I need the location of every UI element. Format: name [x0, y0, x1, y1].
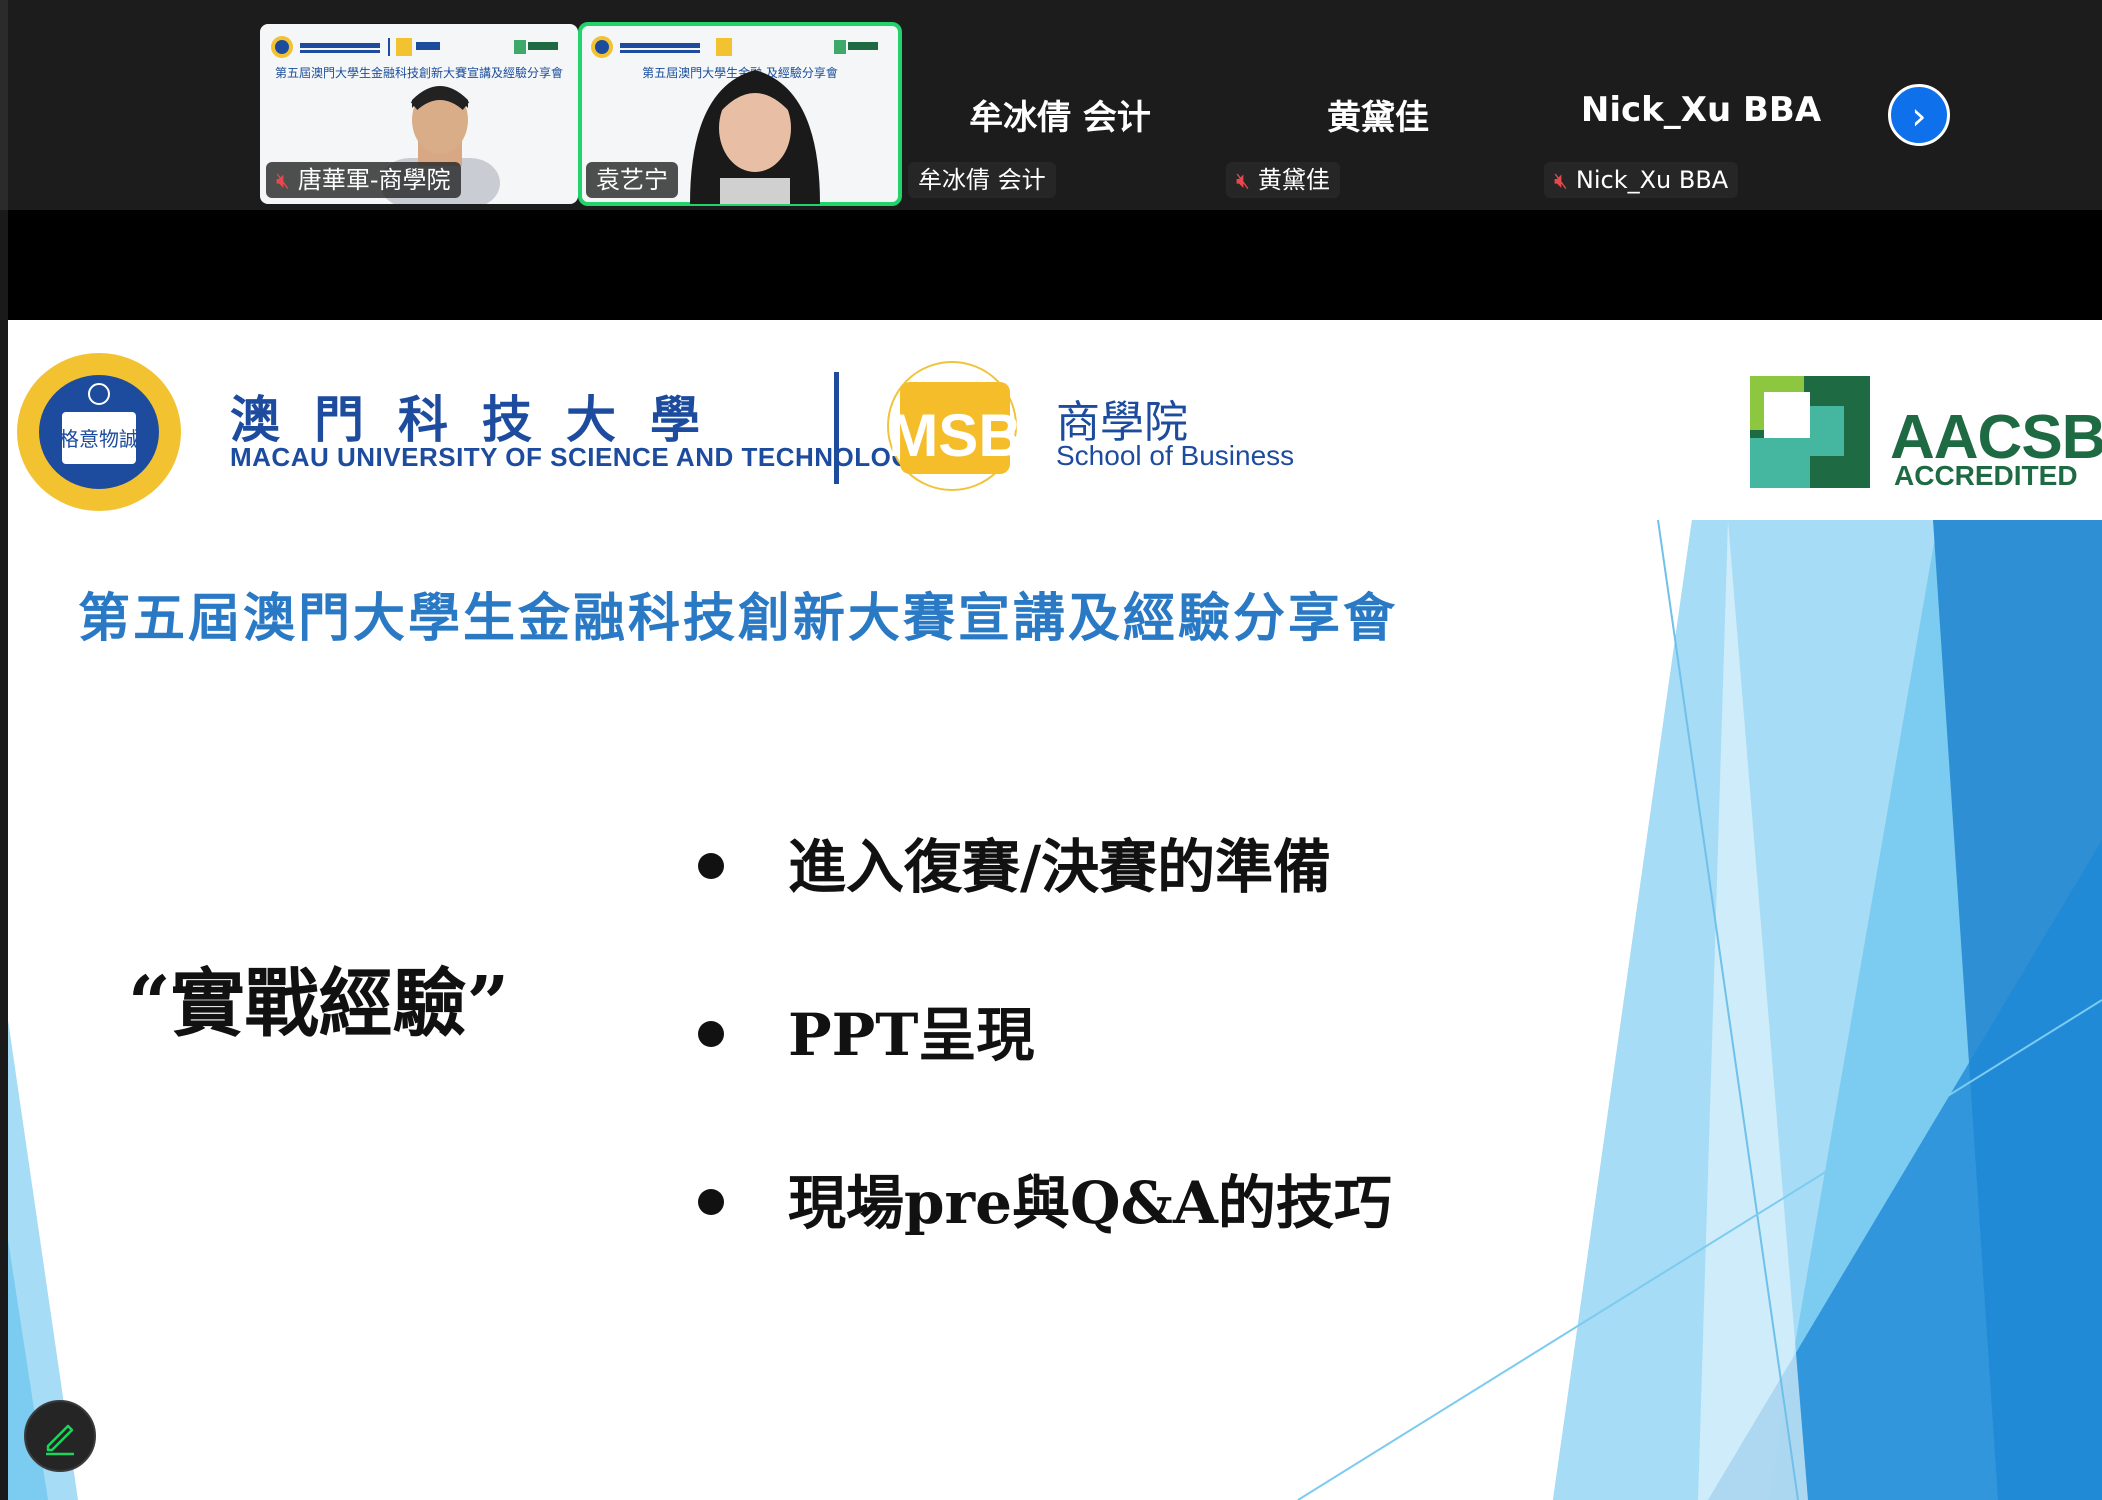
share-letterbox-top [8, 210, 2102, 320]
muted-mic-icon: 🔇︎ [1554, 169, 1568, 194]
person-video-2 [690, 70, 820, 204]
participant-name: 黄黛佳 [1257, 166, 1330, 194]
slide-background-shapes [8, 519, 2102, 1500]
participant-tile-3[interactable]: 牟冰倩 会计 牟冰倩 会计 [906, 24, 1214, 204]
participant-name: 牟冰倩 会计 [918, 166, 1046, 194]
slide-title: 第五屆澳門大學生金融科技創新大賽宣講及經驗分享會 [78, 588, 1399, 649]
chevron-right-icon: › [1911, 94, 1927, 138]
participant-name: Nick_Xu BBA [1575, 166, 1729, 194]
participant-strip: 第五屆澳門大學生金融科技創新大賽宣講及經驗分享會 🔇︎ 唐華軍-商學院 第五屆澳門… [0, 0, 2102, 210]
slide-quote: “實戰經驗” [128, 961, 510, 1047]
participant-tile-1[interactable]: 第五屆澳門大學生金融科技創新大賽宣講及經驗分享會 🔇︎ 唐華軍-商學院 [260, 24, 578, 204]
logo-divider [834, 372, 839, 484]
strip-edge [0, 0, 8, 210]
bullet-text: PPT呈現 [788, 1001, 1035, 1069]
bullet-dot-icon [698, 853, 724, 879]
bullet-item: PPT呈現 [698, 988, 1034, 1072]
university-seal-logo: 格意物誠 [17, 353, 181, 511]
seal-text: 格意物誠 [59, 427, 139, 451]
muted-mic-icon: 🔇︎ [1236, 169, 1250, 194]
participant-name: 袁艺宁 [596, 166, 668, 194]
participant-name-tag: 牟冰倩 会计 [908, 162, 1056, 198]
participant-tile-5[interactable]: Nick_Xu BBA 🔇︎ Nick_Xu BBA [1542, 24, 1860, 204]
annotate-button[interactable] [24, 1400, 96, 1472]
participant-name-tag: 袁艺宁 [586, 162, 678, 198]
msb-logo: MSB [887, 361, 1022, 491]
shared-slide: 格意物誠 澳門科技大學 MACAU UNIVERSITY OF SCIENCE … [8, 320, 2102, 1500]
next-participants-button[interactable]: › [1888, 84, 1950, 146]
participant-name: 唐華軍-商學院 [297, 166, 451, 194]
muted-mic-icon: 🔇︎ [276, 169, 290, 194]
participant-big-name: 黄黛佳 [1327, 98, 1429, 138]
bullet-dot-icon [698, 1189, 724, 1215]
bullet-dot-icon [698, 1021, 724, 1047]
university-name-en: MACAU UNIVERSITY OF SCIENCE AND TECHNOLO… [230, 442, 930, 472]
participant-big-name: Nick_Xu BBA [1580, 90, 1822, 130]
participant-name-tag: 🔇︎ 唐華軍-商學院 [266, 162, 461, 198]
participant-big-name: 牟冰倩 会计 [969, 98, 1151, 138]
aacsb-logo-mark [1750, 376, 1870, 488]
participant-tile-2[interactable]: 第五屆澳門大學生金融 及經驗分享會 袁艺宁 [578, 22, 902, 206]
bullet-item: 進入復賽/決賽的準備 [698, 820, 1331, 904]
bullet-item: 現場pre與Q&A的技巧 [698, 1156, 1392, 1240]
bullet-text: 進入復賽/決賽的準備 [788, 833, 1332, 901]
mini-slide-logos [270, 34, 570, 63]
msb-logo-text: MSB [888, 402, 1021, 469]
pencil-icon [46, 1424, 74, 1456]
school-name-en: School of Business [1056, 440, 1295, 471]
participant-name-tag: 🔇︎ 黄黛佳 [1226, 162, 1340, 198]
bullet-text: 現場pre與Q&A的技巧 [788, 1169, 1392, 1237]
participant-name-tag: 🔇︎ Nick_Xu BBA [1544, 162, 1739, 198]
aacsb-accredited: ACCREDITED [1894, 460, 2078, 491]
participant-tile-4[interactable]: 黄黛佳 🔇︎ 黄黛佳 [1224, 24, 1532, 204]
